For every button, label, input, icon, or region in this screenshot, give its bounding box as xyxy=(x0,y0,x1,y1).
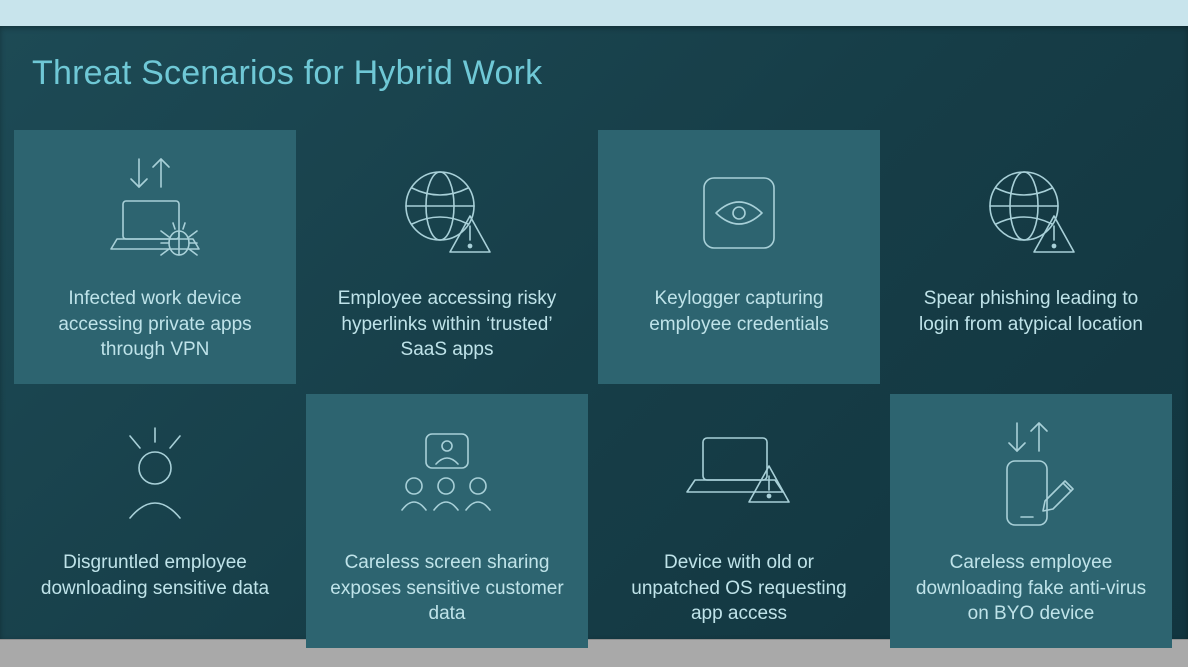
card-keylogger: Keylogger capturing employee credentials xyxy=(598,130,880,384)
card-caption: Disgruntled employee downloading sensiti… xyxy=(32,550,278,601)
slide: Threat Scenarios for Hybrid Work xyxy=(0,26,1188,639)
phone-download-icon xyxy=(908,412,1154,542)
card-caption: Careless employee downloading fake anti-… xyxy=(908,550,1154,627)
card-fake-antivirus: Careless employee downloading fake anti-… xyxy=(890,394,1172,648)
card-caption: Spear phishing leading to login from aty… xyxy=(908,286,1154,337)
card-screen-sharing: Careless screen sharing exposes sensitiv… xyxy=(306,394,588,648)
card-infected-device: Infected work device accessing private a… xyxy=(14,130,296,384)
card-caption: Infected work device accessing private a… xyxy=(32,286,278,363)
card-caption: Employee accessing risky hyperlinks with… xyxy=(324,286,570,363)
card-caption: Keylogger capturing employee credentials xyxy=(616,286,862,337)
card-caption: Careless screen sharing exposes sensitiv… xyxy=(324,550,570,627)
slide-title: Threat Scenarios for Hybrid Work xyxy=(32,54,542,93)
card-risky-hyperlinks: Employee accessing risky hyperlinks with… xyxy=(306,130,588,384)
laptop-alert-icon xyxy=(616,412,862,542)
eye-box-icon xyxy=(616,148,862,278)
globe-alert-icon xyxy=(324,148,570,278)
card-caption: Device with old or unpatched OS requesti… xyxy=(616,550,862,627)
card-disgruntled-employee: Disgruntled employee downloading sensiti… xyxy=(14,394,296,648)
laptop-bug-icon xyxy=(32,148,278,278)
card-spear-phishing: Spear phishing leading to login from aty… xyxy=(890,130,1172,384)
globe-alert-icon xyxy=(908,148,1154,278)
screen-share-icon xyxy=(324,412,570,542)
app-top-bar xyxy=(0,0,1188,26)
angry-user-icon xyxy=(32,412,278,542)
card-unpatched-os: Device with old or unpatched OS requesti… xyxy=(598,394,880,648)
cards-grid: Infected work device accessing private a… xyxy=(14,130,1174,648)
